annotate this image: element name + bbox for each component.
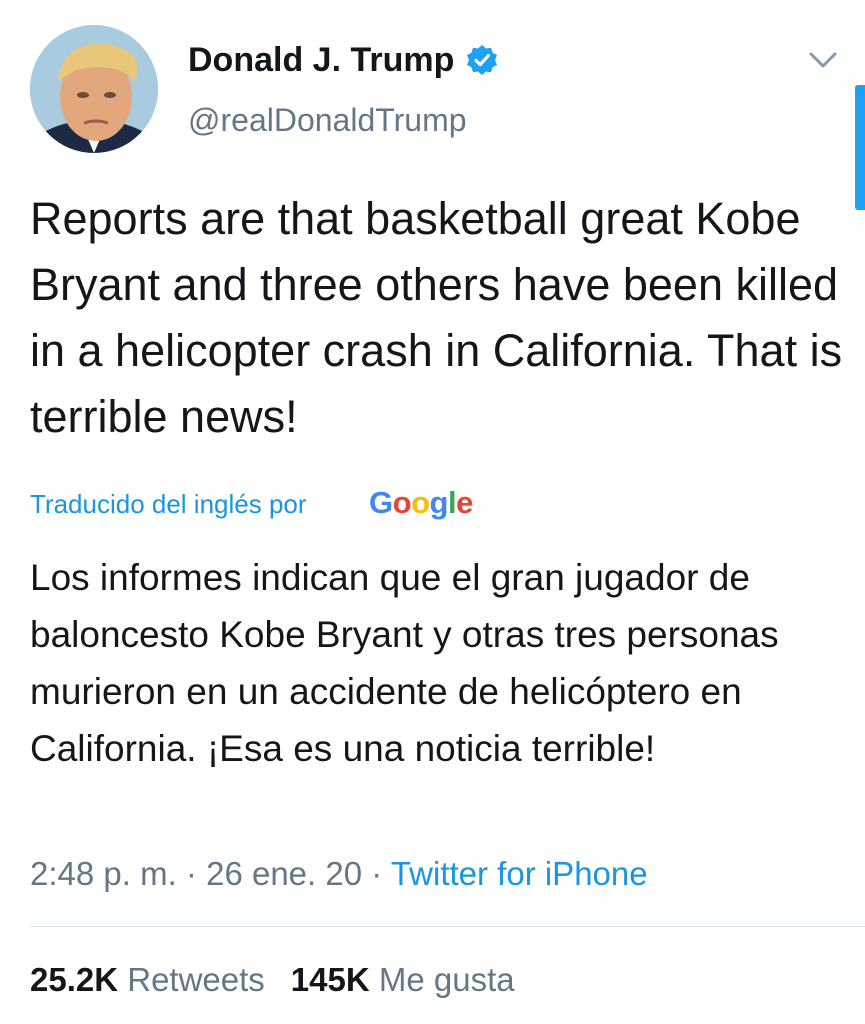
likes-count: 145K xyxy=(290,961,370,998)
meta-separator: · xyxy=(185,855,197,892)
meta-separator: · xyxy=(371,855,383,892)
avatar[interactable] xyxy=(30,25,158,153)
tweet-card: Donald J. Trump @realDonaldTrump Reports… xyxy=(0,0,865,1024)
google-logo: Google xyxy=(369,485,473,520)
scrollbar[interactable] xyxy=(855,85,865,210)
tweet-meta: 2:48 p. m. · 26 ene. 20 · Twitter for iP… xyxy=(30,852,648,896)
translation-attribution[interactable]: Traducido del inglés por xyxy=(30,486,307,522)
retweets-stat[interactable]: 25.2K Retweets xyxy=(30,961,265,998)
retweets-count: 25.2K xyxy=(30,961,119,998)
translated-text: Los informes indican que el gran jugador… xyxy=(30,557,779,769)
tweet-stats: 25.2K Retweets 145K Me gusta xyxy=(30,958,515,1002)
likes-label: Me gusta xyxy=(378,961,515,998)
display-name[interactable]: Donald J. Trump xyxy=(188,38,454,82)
verified-badge-icon xyxy=(467,45,497,75)
tweet-time[interactable]: 2:48 p. m. xyxy=(30,855,177,892)
retweets-label: Retweets xyxy=(127,961,265,998)
tweet-source-link[interactable]: Twitter for iPhone xyxy=(391,855,648,892)
handle[interactable]: @realDonaldTrump xyxy=(188,98,467,142)
likes-stat[interactable]: 145K Me gusta xyxy=(291,961,515,998)
chevron-down-icon[interactable] xyxy=(805,44,841,76)
tweet-text: Reports are that basketball great Kobe B… xyxy=(30,193,843,442)
avatar-photo xyxy=(30,25,158,153)
divider xyxy=(30,926,865,927)
tweet-date[interactable]: 26 ene. 20 xyxy=(206,855,362,892)
